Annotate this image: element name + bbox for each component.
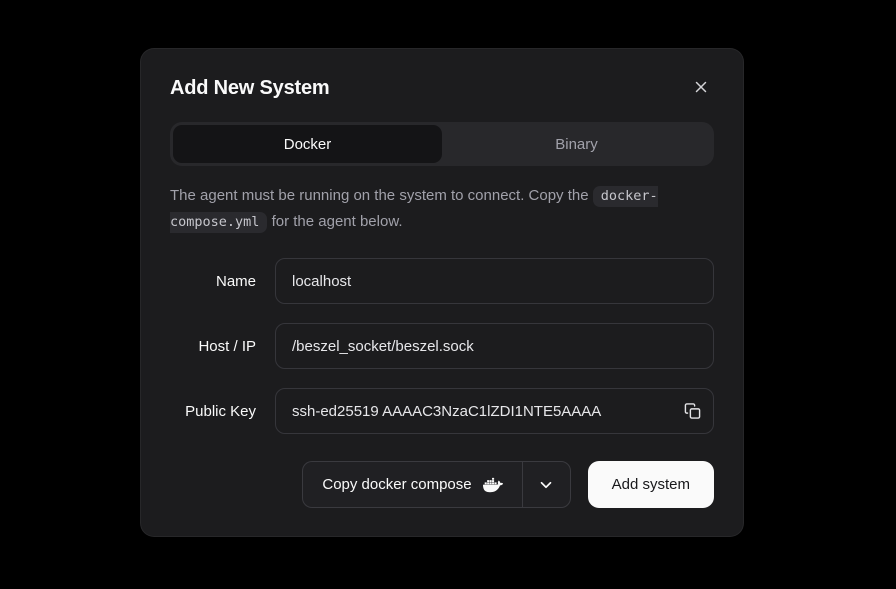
name-input[interactable] xyxy=(275,258,714,304)
public-key-field-row: Public Key xyxy=(170,388,714,434)
system-form: Name Host / IP Public Key xyxy=(170,258,714,434)
copy-icon xyxy=(684,403,701,420)
copy-public-key-button[interactable] xyxy=(680,399,705,424)
copy-compose-split-button: Copy docker compose xyxy=(302,461,570,508)
host-field-row: Host / IP xyxy=(170,323,714,369)
add-system-button[interactable]: Add system xyxy=(588,461,714,508)
host-ip-input-wrap xyxy=(275,323,714,369)
add-new-system-dialog: Add New System Docker Binary The agent m… xyxy=(140,48,744,537)
dialog-actions: Copy docker compose Add system xyxy=(170,461,714,508)
copy-docker-compose-label: Copy docker compose xyxy=(322,476,471,493)
close-icon xyxy=(692,78,710,96)
name-label: Name xyxy=(170,273,256,290)
dialog-description: The agent must be running on the system … xyxy=(170,183,714,235)
description-text-after: for the agent below. xyxy=(267,213,402,230)
page-backdrop: Add New System Docker Binary The agent m… xyxy=(0,0,896,589)
tab-docker[interactable]: Docker xyxy=(173,125,442,163)
public-key-label: Public Key xyxy=(170,403,256,420)
public-key-input-wrap xyxy=(275,388,714,434)
agent-type-tablist: Docker Binary xyxy=(170,122,714,166)
chevron-down-icon xyxy=(537,476,555,494)
public-key-input[interactable] xyxy=(275,388,714,434)
name-field-row: Name xyxy=(170,258,714,304)
dialog-title: Add New System xyxy=(170,74,329,102)
host-ip-input[interactable] xyxy=(275,323,714,369)
docker-whale-icon xyxy=(483,475,503,495)
copy-compose-dropdown-button[interactable] xyxy=(522,461,571,508)
copy-docker-compose-button[interactable]: Copy docker compose xyxy=(302,461,521,508)
close-button[interactable] xyxy=(690,76,712,98)
dialog-header: Add New System xyxy=(170,74,714,102)
host-ip-label: Host / IP xyxy=(170,338,256,355)
description-text-before: The agent must be running on the system … xyxy=(170,187,593,204)
name-input-wrap xyxy=(275,258,714,304)
tab-binary[interactable]: Binary xyxy=(442,125,711,163)
